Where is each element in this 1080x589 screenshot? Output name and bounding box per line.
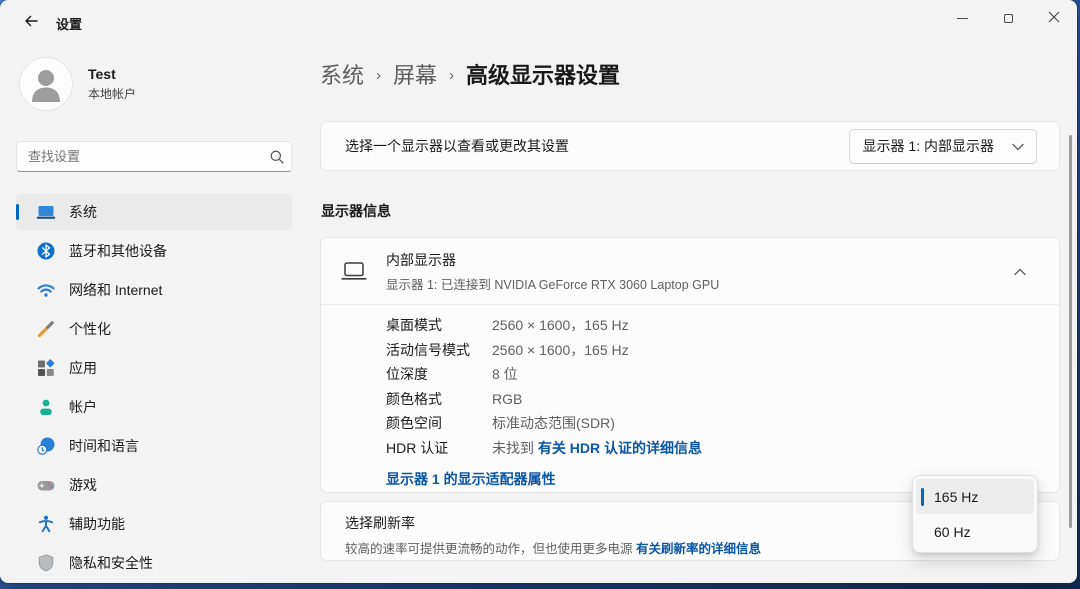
privacy-icon — [36, 553, 56, 573]
display-info-subtitle: 显示器 1: 已连接到 NVIDIA GeForce RTX 3060 Lapt… — [386, 277, 720, 292]
maximize-button[interactable] — [985, 0, 1031, 36]
chevron-up-icon — [1014, 264, 1026, 279]
breadcrumb-separator: › — [376, 66, 382, 84]
section-title-display-info: 显示器信息 — [321, 203, 391, 219]
display-select-dropdown[interactable]: 显示器 1: 内部显示器 — [848, 128, 1037, 164]
detail-label: 颜色空间 — [386, 415, 442, 432]
system-icon — [36, 202, 56, 222]
user-name: Test — [88, 66, 116, 82]
app-title: 设置 — [56, 17, 83, 32]
laptop-display-icon — [341, 260, 367, 282]
display-info-card: 内部显示器 显示器 1: 已连接到 NVIDIA GeForce RTX 306… — [320, 237, 1060, 493]
chevron-down-icon — [1012, 138, 1024, 154]
selection-indicator — [921, 487, 924, 506]
display-select-card: 选择一个显示器以查看或更改其设置 显示器 1: 内部显示器 — [320, 121, 1060, 171]
display-select-label: 选择一个显示器以查看或更改其设置 — [345, 138, 569, 154]
flyout-option-60hz[interactable]: 60 Hz — [916, 514, 1034, 549]
accounts-icon — [36, 397, 56, 417]
collapse-button[interactable] — [1005, 256, 1035, 286]
hdr-status-text: 未找到 — [492, 439, 534, 456]
settings-window: 设置 Test 本地帐户 查找设置 系统 蓝牙和其他设备 网络和 Interne… — [0, 0, 1077, 583]
search-box — [16, 141, 292, 172]
sidebar-item-network[interactable]: 网络和 Internet — [16, 272, 292, 308]
gaming-icon — [36, 475, 56, 495]
detail-label: 颜色格式 — [386, 390, 442, 407]
close-icon — [1048, 11, 1060, 26]
display-info-details: 桌面模式 2560 × 1600，165 Hz 活动信号模式 2560 × 16… — [321, 304, 1059, 499]
detail-value: 未找到 有关 HDR 认证的详细信息 — [492, 438, 1035, 458]
detail-value: RGB — [492, 390, 523, 407]
detail-value: 2560 × 1600，165 Hz — [492, 317, 629, 334]
sidebar-item-apps[interactable]: 应用 — [16, 350, 292, 386]
breadcrumb-separator: › — [449, 66, 455, 84]
titlebar: 设置 — [0, 0, 1077, 44]
flyout-option-165hz[interactable]: 165 Hz — [916, 479, 1034, 514]
refresh-rate-flyout: 165 Hz 60 Hz — [912, 475, 1038, 553]
search-input[interactable] — [17, 149, 263, 164]
minimize-icon — [956, 17, 968, 19]
sidebar-item-personalization[interactable]: 个性化 — [16, 311, 292, 347]
sidebar-nav: 系统 蓝牙和其他设备 网络和 Internet 个性化 应用 帐户 时间和语言 … — [16, 194, 292, 581]
sidebar-item-gaming[interactable]: 游戏 — [16, 467, 292, 503]
display-info-header[interactable]: 内部显示器 显示器 1: 已连接到 NVIDIA GeForce RTX 306… — [321, 238, 1059, 304]
display-info-title: 内部显示器 — [386, 251, 456, 268]
detail-value: 8 位 — [492, 366, 518, 383]
detail-label: 位深度 — [386, 366, 428, 383]
sidebar: Test 本地帐户 系统 — [0, 44, 300, 583]
sidebar-item-bluetooth[interactable]: 蓝牙和其他设备 — [16, 233, 292, 269]
sidebar-item-time-language[interactable]: 时间和语言 — [16, 428, 292, 464]
back-button[interactable] — [14, 8, 48, 36]
detail-label: 活动信号模式 — [386, 341, 470, 358]
accessibility-icon — [36, 514, 56, 534]
selection-indicator — [16, 204, 19, 220]
display-select-value: 显示器 1: 内部显示器 — [862, 137, 994, 154]
minimize-button[interactable] — [939, 0, 985, 36]
search-icon — [263, 149, 291, 165]
refresh-rate-info-link[interactable]: 有关刷新率的详细信息 — [636, 542, 761, 556]
network-icon — [36, 280, 56, 300]
time-language-icon — [36, 436, 56, 456]
apps-icon — [36, 358, 56, 378]
scrollbar[interactable] — [1069, 135, 1072, 528]
breadcrumb: 系统 › 屏幕 › 高级显示器设置 — [320, 58, 620, 90]
desktop-background: 设置 Test 本地帐户 查找设置 系统 蓝牙和其他设备 网络和 Interne… — [0, 0, 1080, 589]
user-account-type: 本地帐户 — [88, 87, 137, 101]
hdr-certification-link[interactable]: 有关 HDR 认证的详细信息 — [538, 440, 702, 456]
close-button[interactable] — [1031, 0, 1077, 36]
sidebar-item-accounts[interactable]: 帐户 — [16, 389, 292, 425]
avatar — [20, 58, 72, 110]
maximize-icon — [1003, 13, 1013, 23]
sidebar-item-accessibility[interactable]: 辅助功能 — [16, 506, 292, 542]
detail-label: 桌面模式 — [386, 317, 442, 334]
bluetooth-icon — [36, 241, 56, 261]
personalization-icon — [36, 319, 56, 339]
detail-label: HDR 认证 — [386, 439, 449, 456]
back-arrow-icon — [23, 13, 39, 32]
sidebar-item-system[interactable]: 系统 — [16, 194, 292, 230]
window-controls — [939, 0, 1077, 36]
detail-value: 2560 × 1600，165 Hz — [492, 341, 629, 358]
detail-value: 标准动态范围(SDR) — [492, 415, 615, 432]
page-title: 高级显示器设置 — [466, 63, 621, 88]
display-adapter-properties-link[interactable]: 显示器 1 的显示适配器属性 — [386, 469, 556, 489]
user-profile[interactable]: Test 本地帐户 — [20, 58, 136, 110]
sidebar-item-privacy[interactable]: 隐私和安全性 — [16, 545, 292, 581]
breadcrumb-display[interactable]: 屏幕 — [393, 58, 437, 90]
main-content: 系统 › 屏幕 › 高级显示器设置 选择一个显示器以查看或更改其设置 显示器 1… — [320, 44, 1060, 583]
breadcrumb-system[interactable]: 系统 — [320, 58, 364, 90]
